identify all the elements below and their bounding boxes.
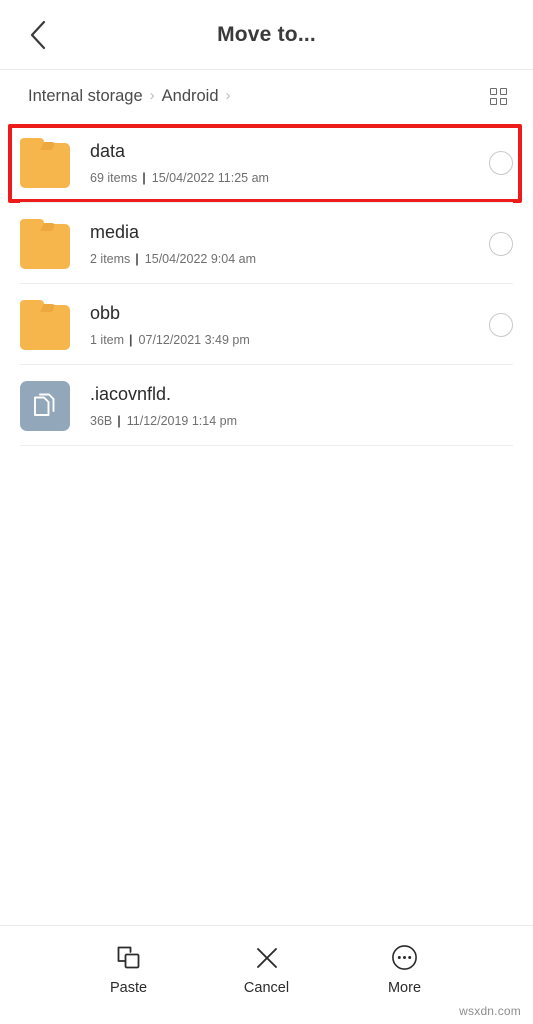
file-name: media (90, 221, 140, 242)
grid-view-toggle-button[interactable] (481, 79, 515, 113)
meta-separator: | (129, 332, 133, 347)
breadcrumb: Internal storage › Android › (28, 87, 481, 106)
folder-icon (20, 299, 70, 350)
breadcrumb-separator-icon: › (149, 86, 155, 104)
close-x-icon (254, 944, 280, 971)
file-size: 36B (90, 413, 113, 428)
select-radio-button[interactable] (489, 231, 513, 256)
row-icon (20, 380, 70, 431)
file-name: obb (90, 302, 121, 323)
folder-icon (20, 218, 70, 269)
row-text: .iacovnfld. 36B | 11/12/2019 1:14 pm (90, 384, 489, 428)
paste-button[interactable]: Paste (86, 944, 172, 996)
select-radio-button[interactable] (489, 150, 513, 175)
document-file-icon (20, 380, 70, 431)
folder-icon (20, 137, 70, 188)
file-modified-date: 15/04/2022 11:25 am (151, 170, 269, 185)
page-title: Move to... (217, 22, 316, 46)
breadcrumb-separator-trailing-icon: › (225, 86, 231, 104)
row-icon (20, 299, 70, 350)
meta-separator: | (135, 251, 139, 266)
file-meta: 1 item | 07/12/2021 3:49 pm (90, 333, 489, 347)
cancel-button[interactable]: Cancel (224, 944, 310, 996)
row-text: obb 1 item | 07/12/2021 3:49 pm (90, 303, 489, 347)
file-name: data (90, 140, 126, 161)
breadcrumb-bar: Internal storage › Android › (0, 70, 533, 122)
more-dots-icon (391, 944, 418, 971)
file-item-count: 69 items (90, 170, 138, 185)
file-modified-date: 07/12/2021 3:49 pm (138, 332, 250, 347)
chevron-left-icon (28, 19, 48, 51)
watermark: wsxdn.com (459, 1004, 521, 1018)
table-row[interactable]: media 2 items | 15/04/2022 9:04 am (0, 203, 533, 284)
file-meta: 2 items | 15/04/2022 9:04 am (90, 252, 489, 266)
file-meta: 36B | 11/12/2019 1:14 pm (90, 414, 489, 428)
cancel-label: Cancel (243, 980, 290, 996)
meta-separator: | (117, 413, 121, 428)
more-button[interactable]: More (362, 944, 448, 996)
paste-label: Paste (109, 980, 148, 996)
row-text: media 2 items | 15/04/2022 9:04 am (90, 222, 489, 266)
file-modified-date: 11/12/2019 1:14 pm (126, 413, 238, 428)
breadcrumb-item-internal-storage[interactable]: Internal storage (28, 87, 143, 106)
row-icon (20, 137, 70, 188)
row-icon (20, 218, 70, 269)
file-name: .iacovnfld. (90, 383, 172, 404)
table-row[interactable]: .iacovnfld. 36B | 11/12/2019 1:14 pm (0, 365, 533, 446)
app-header: Move to... (0, 0, 533, 70)
table-row[interactable]: data 69 items | 15/04/2022 11:25 am (0, 122, 533, 203)
bottom-action-bar: Paste Cancel More (0, 925, 533, 1024)
file-modified-date: 15/04/2022 9:04 am (144, 251, 256, 266)
select-radio-button[interactable] (489, 312, 513, 337)
back-button[interactable] (18, 15, 58, 55)
file-list[interactable]: data 69 items | 15/04/2022 11:25 am media (0, 122, 533, 925)
grid-view-icon (489, 87, 507, 105)
file-meta: 69 items | 15/04/2022 11:25 am (90, 171, 489, 185)
file-manager-screen: Move to... Internal storage › Android › (0, 0, 533, 1024)
more-label: More (387, 980, 422, 996)
table-row[interactable]: obb 1 item | 07/12/2021 3:49 pm (0, 284, 533, 365)
breadcrumb-item-android[interactable]: Android (162, 87, 219, 106)
file-item-count: 2 items (90, 251, 131, 266)
row-text: data 69 items | 15/04/2022 11:25 am (90, 141, 489, 185)
file-item-count: 1 item (90, 332, 125, 347)
meta-separator: | (142, 170, 146, 185)
paste-icon (116, 944, 142, 971)
